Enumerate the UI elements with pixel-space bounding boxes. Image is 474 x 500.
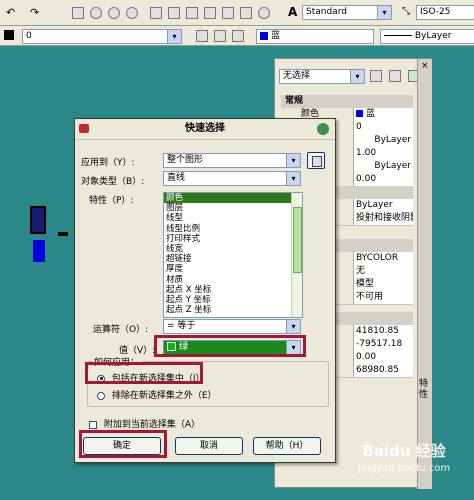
properties-icon[interactable] (150, 7, 162, 19)
cancel-button[interactable]: 取消 (175, 437, 243, 455)
zoom-previous-icon[interactable] (126, 7, 138, 19)
checkbox-icon (89, 420, 97, 429)
list-scrollbar[interactable] (291, 193, 302, 317)
color-swatch (260, 31, 268, 40)
layer-manager-icon[interactable] (196, 30, 208, 42)
chevron-down-icon: ▾ (286, 172, 300, 185)
list-item[interactable]: 线型 (164, 213, 302, 223)
calculator-icon[interactable] (240, 7, 252, 19)
help-button[interactable]: 帮助（H） (253, 437, 321, 455)
select-objects-icon (312, 156, 322, 167)
object-type-label: 对象类型（B）: (81, 177, 145, 187)
linetype-select[interactable]: ByLayer (380, 29, 474, 44)
chevron-down-icon: ▾ (286, 320, 300, 333)
drawing-object-blue-rect[interactable] (33, 240, 45, 262)
help-icon[interactable] (258, 7, 270, 19)
list-item[interactable]: 材质 (164, 275, 302, 285)
palette-title: 特性 (419, 379, 429, 400)
chevron-down-icon: ▾ (167, 30, 181, 43)
watermark: Baidu 经验 jingyan.baidu.com (336, 440, 472, 496)
color-swatch (167, 342, 176, 351)
list-item[interactable]: 颜色 (164, 193, 302, 204)
close-icon[interactable]: × (421, 61, 429, 71)
sheet-set-icon[interactable] (204, 7, 216, 19)
layer-select[interactable]: 0 ▾ (22, 29, 182, 44)
list-item[interactable]: 打印样式 (164, 234, 302, 244)
dialog-title: 快速选择 (185, 123, 225, 134)
properties-list[interactable]: 颜色 图层 线型 线型比例 打印样式 线宽 超链接 厚度 材质 起点 X 坐标 … (163, 192, 303, 318)
undo-icon[interactable]: ↶ (6, 6, 15, 19)
markup-icon[interactable] (222, 7, 234, 19)
scroll-thumb[interactable] (293, 207, 302, 273)
operator-label: 运算符（O）: (93, 325, 149, 335)
layer-state-icon (4, 30, 14, 40)
exclude-radio[interactable]: 排除在新选择集之外（E） (97, 388, 217, 401)
value-select[interactable]: 绿 ▾ (163, 340, 301, 355)
zoom-realtime-icon[interactable] (90, 7, 102, 19)
make-current-icon[interactable] (232, 30, 244, 42)
list-item[interactable]: 图层 (164, 203, 302, 213)
toolbar-row-2: 0 ▾ 蓝 ByLayer (0, 26, 474, 46)
radio-off-icon (97, 391, 105, 400)
palette-side-bar[interactable]: × 特性 (417, 59, 432, 489)
list-item[interactable]: 超链接 (164, 254, 302, 264)
list-item[interactable]: 起点 X 坐标 (164, 285, 302, 295)
color-select[interactable]: 蓝 (256, 29, 374, 44)
drawing-object-grid[interactable] (30, 206, 46, 234)
list-item[interactable]: 厚度 (164, 264, 302, 274)
pickadd-toggle-icon[interactable] (370, 70, 382, 82)
list-item[interactable]: 线型比例 (164, 224, 302, 234)
section-general[interactable]: 常规 (281, 95, 413, 108)
select-objects-button[interactable] (307, 152, 325, 169)
object-type-select[interactable]: 直线 ▾ (163, 171, 301, 186)
radio-on-icon (97, 374, 105, 383)
watermark-url: jingyan.baidu.com (357, 463, 451, 474)
quick-select-dialog: 快速选择 应用到（Y）: 整个图形 ▾ 对象类型（B）: 直线 ▾ 特性（P）: 颜… (74, 118, 336, 463)
chevron-down-icon: ▾ (286, 341, 300, 354)
apply-to-select[interactable]: 整个图形 ▾ (163, 153, 301, 168)
ok-button[interactable]: 确定 (83, 437, 161, 455)
text-style-icon[interactable]: A (288, 5, 297, 19)
selection-select[interactable]: 无选择 ▾ (279, 69, 365, 84)
dim-style-select[interactable]: ISO-25 (416, 5, 474, 20)
how-to-apply-label: 如何应用： (92, 355, 142, 368)
include-radio[interactable]: 包括在新选择集中（I） (97, 371, 205, 384)
text-style-select[interactable]: Standard ▾ (302, 5, 392, 20)
pan-icon[interactable] (72, 7, 84, 19)
dialog-title-bar[interactable]: 快速选择 (75, 119, 335, 140)
select-objects-icon[interactable] (389, 70, 401, 82)
chevron-down-icon: ▾ (286, 154, 300, 167)
dim-style-icon[interactable]: ⤡ (402, 6, 410, 17)
tool-palettes-icon[interactable] (186, 7, 198, 19)
apply-to-label: 应用到（Y）: (81, 158, 135, 168)
list-item[interactable]: 起点 Z 坐标 (164, 305, 302, 315)
drawing-object-marker[interactable] (58, 232, 68, 236)
design-center-icon[interactable] (168, 7, 180, 19)
toolbar-row-1: ↶ ↷ A Standard ▾ ⤡ ISO-25 (0, 0, 474, 26)
autocad-logo-icon (79, 124, 89, 133)
zoom-window-icon[interactable] (108, 7, 120, 19)
watermark-title: Baidu 经验 (362, 442, 446, 460)
redo-icon[interactable]: ↷ (30, 6, 39, 19)
operator-select[interactable]: = 等于 ▾ (163, 319, 301, 334)
list-item[interactable]: 线宽 (164, 244, 302, 254)
chevron-down-icon: ▾ (377, 6, 391, 19)
list-item[interactable]: 起点 Y 坐标 (164, 295, 302, 305)
dialog-app-icon (317, 123, 329, 135)
properties-label: 特性（P）: (89, 196, 134, 206)
chevron-down-icon: ▾ (350, 70, 364, 83)
layer-previous-icon[interactable] (214, 30, 226, 42)
append-checkbox[interactable]: 附加到当前选择集（A） (89, 417, 200, 430)
